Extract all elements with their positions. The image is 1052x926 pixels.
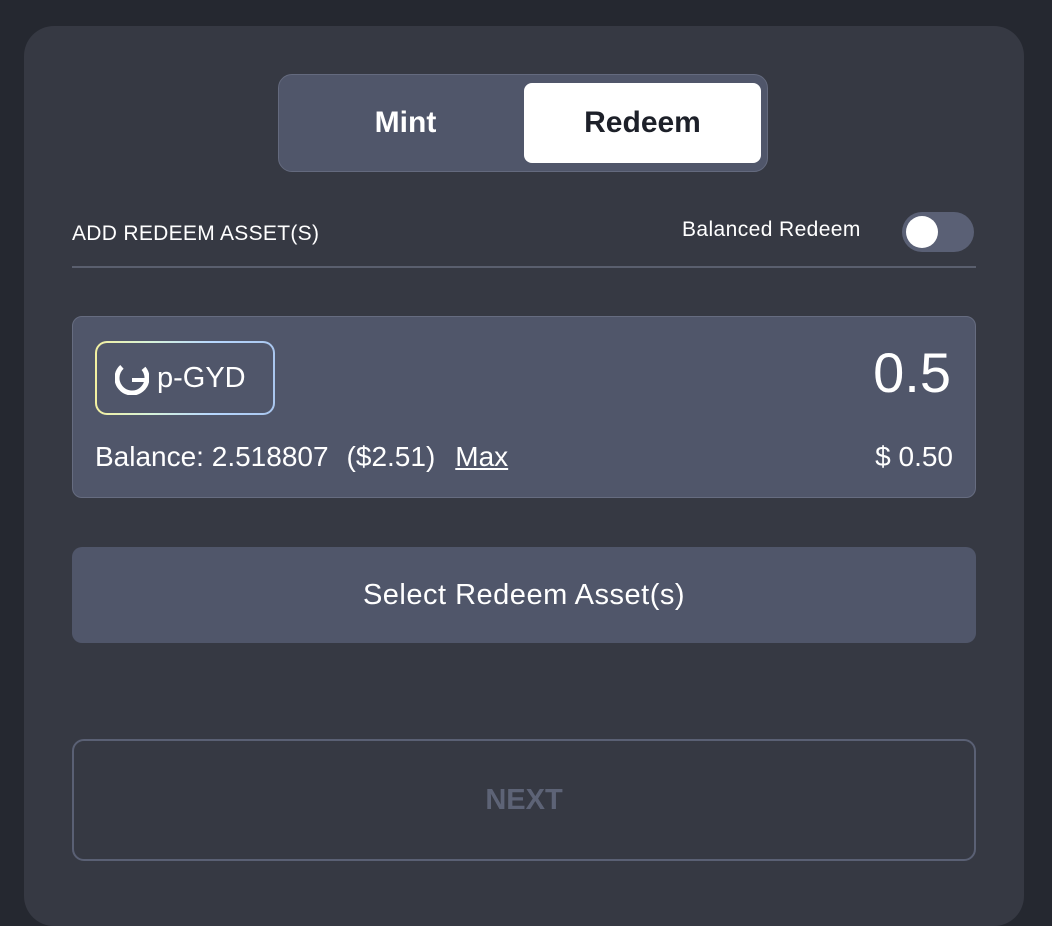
tab-mint[interactable]: Mint <box>287 83 524 163</box>
next-button[interactable]: NEXT <box>72 739 976 861</box>
redeem-asset-panel: p-GYD 0.5 Balance: 2.518807 ($2.51) Max … <box>72 316 976 498</box>
mint-redeem-tabs: Mint Redeem <box>278 74 768 172</box>
select-redeem-assets-button[interactable]: Select Redeem Asset(s) <box>72 547 976 643</box>
token-selector[interactable]: p-GYD <box>95 341 275 415</box>
balance-row: Balance: 2.518807 ($2.51) Max <box>95 441 508 473</box>
gyroscope-logo-icon <box>115 361 149 395</box>
usd-value: $ 0.50 <box>875 441 953 472</box>
token-name: p-GYD <box>157 361 246 394</box>
balance-label: Balance: <box>95 441 212 472</box>
max-button[interactable]: Max <box>455 441 508 473</box>
balanced-redeem-toggle[interactable] <box>902 212 974 252</box>
toggle-knob <box>906 216 938 248</box>
balance-usd: ($2.51) <box>346 441 436 472</box>
balanced-redeem-label: Balanced Redeem <box>682 218 861 241</box>
section-title: ADD REDEEM ASSET(S) <box>72 222 320 245</box>
tab-redeem[interactable]: Redeem <box>524 83 761 163</box>
amount-input[interactable]: 0.5 <box>873 345 951 401</box>
divider <box>72 266 976 268</box>
balance-value: 2.518807 <box>211 441 329 472</box>
